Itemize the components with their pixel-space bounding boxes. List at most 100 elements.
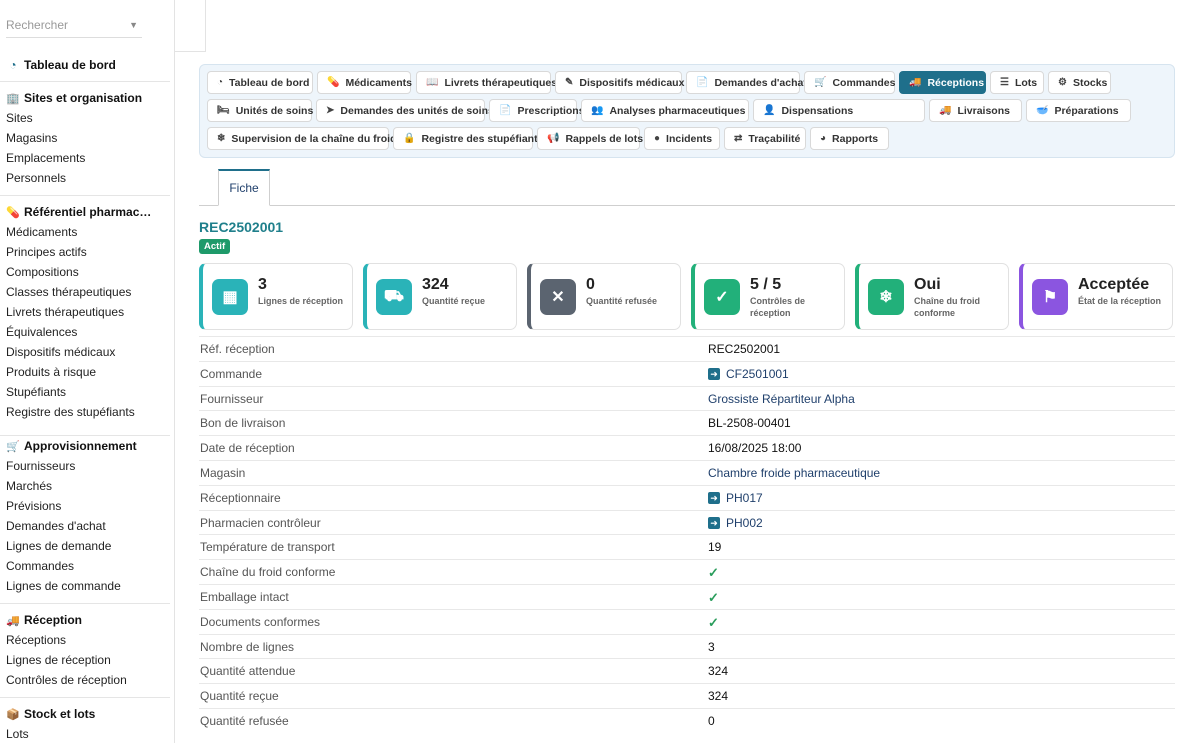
sidebar-item[interactable]: Marchés bbox=[0, 476, 174, 496]
nav-button[interactable]: ✎ Dispositifs médicaux bbox=[555, 71, 684, 94]
nav-button[interactable]: 📄 Prescriptions bbox=[489, 99, 585, 122]
sidebar-item[interactable]: Commandes bbox=[0, 556, 174, 576]
sidebar-section-title[interactable]: 🏢 Sites et organisation bbox=[0, 88, 174, 108]
check-icon: ✓ bbox=[708, 589, 719, 605]
sidebar-item[interactable]: Compositions bbox=[0, 262, 174, 282]
sidebar-item[interactable]: Stupéfiants bbox=[0, 382, 174, 402]
nav-button[interactable]: 📄 Demandes d'achat bbox=[686, 71, 807, 94]
nav-button[interactable]: ⇄ Traçabilité bbox=[724, 127, 806, 150]
detail-row: Emballage intact ✓ bbox=[199, 583, 1175, 609]
nav-button[interactable]: 🚚 Livraisons bbox=[929, 99, 1022, 122]
nav-button[interactable]: 🛒 Commandes bbox=[804, 71, 895, 94]
detail-row: Quantité refusée 0 bbox=[199, 707, 1175, 733]
detail-link[interactable]: Grossiste Répartiteur Alpha bbox=[708, 392, 855, 406]
nav-button[interactable]: ◔ Tableau de bord bbox=[207, 71, 313, 94]
kpi-label: Quantité reçue bbox=[422, 296, 486, 306]
chevron-down-icon[interactable]: ▼ bbox=[129, 20, 138, 30]
detail-text: 324 bbox=[708, 689, 729, 704]
sidebar-section: 📦 Stock et lots Lots bbox=[0, 704, 174, 743]
sidebar-section-title[interactable]: 🛒 Approvisionnement bbox=[0, 436, 174, 456]
nav-button[interactable]: 🚚 Réceptions bbox=[899, 71, 986, 94]
boxes-icon: 📦 bbox=[6, 708, 20, 721]
detail-label: Chaîne du froid conforme bbox=[200, 565, 336, 580]
nav-button[interactable]: ● Incidents bbox=[644, 127, 720, 150]
nav-button-label: Rappels de lots bbox=[565, 132, 644, 145]
sidebar-item[interactable]: Lignes de demande bbox=[0, 536, 174, 556]
detail-link[interactable]: PH002 bbox=[726, 516, 763, 530]
sidebar-section-title[interactable]: 💊 Référentiel pharmac… bbox=[0, 202, 174, 222]
sidebar-item[interactable]: Prévisions bbox=[0, 496, 174, 516]
nav-button[interactable]: 🔒 Registre des stupéfiants bbox=[393, 127, 543, 150]
detail-value[interactable]: ➜ PH002 bbox=[708, 516, 763, 530]
nav-button[interactable]: ❄ Supervision de la chaîne du froid bbox=[207, 127, 397, 150]
nav-button[interactable]: 📖 Livrets thérapeutiques bbox=[416, 71, 557, 94]
sidebar-dashboard-link[interactable]: ◔ Tableau de bord bbox=[0, 55, 174, 75]
nav-button[interactable]: ⚙ Stocks bbox=[1048, 71, 1111, 94]
nav-button[interactable]: 💊 Médicaments bbox=[317, 71, 412, 94]
tab-label: Fiche bbox=[229, 181, 259, 195]
link-arrow-icon[interactable]: ➜ bbox=[708, 516, 720, 529]
sidebar-item[interactable]: Registre des stupéfiants bbox=[0, 402, 174, 422]
nav-button-label: Réceptions bbox=[927, 76, 985, 89]
sidebar-item[interactable]: Produits à risque bbox=[0, 362, 174, 382]
sidebar-dashboard[interactable]: ◔ Tableau de bord bbox=[0, 55, 174, 75]
kpi-card: ✓ 5 / 5 Contrôles de réception bbox=[691, 263, 845, 330]
sidebar-item[interactable]: Personnels bbox=[0, 168, 174, 188]
sidebar-item[interactable]: Lignes de commande bbox=[0, 576, 174, 596]
kpi-label: État de la réception bbox=[1078, 296, 1162, 306]
bed-icon: 🛏 bbox=[217, 105, 230, 116]
nav-button[interactable]: 📢 Rappels de lots bbox=[537, 127, 644, 150]
sidebar-item[interactable]: Réceptions bbox=[0, 630, 174, 650]
sidebar-item[interactable]: Équivalences bbox=[0, 322, 174, 342]
nav-button[interactable]: ☰ Lots bbox=[990, 71, 1044, 94]
sidebar-item[interactable]: Contrôles de réception bbox=[0, 670, 174, 690]
detail-value[interactable]: Grossiste Répartiteur Alpha bbox=[708, 392, 855, 406]
sidebar-item[interactable]: Principes actifs bbox=[0, 242, 174, 262]
nav-button-label: Analyses pharmaceutiques bbox=[609, 104, 746, 117]
sidebar-item[interactable]: Dispositifs médicaux bbox=[0, 342, 174, 362]
link-arrow-icon[interactable]: ➜ bbox=[708, 367, 720, 380]
detail-link[interactable]: CF2501001 bbox=[726, 367, 789, 381]
sidebar-item[interactable]: Médicaments bbox=[0, 222, 174, 242]
detail-value[interactable]: ➜ CF2501001 bbox=[708, 367, 789, 381]
kpi-card: ⚑ Acceptée État de la réception bbox=[1019, 263, 1173, 330]
nav-button[interactable]: ➤ Demandes des unités de soins bbox=[316, 99, 494, 122]
link-arrow-icon[interactable]: ➜ bbox=[708, 491, 720, 504]
nav-button-label: Demandes d'achat bbox=[714, 76, 807, 89]
sidebar-item[interactable]: Classes thérapeutiques bbox=[0, 282, 174, 302]
sidebar-item[interactable]: Demandes d'achat bbox=[0, 516, 174, 536]
tab-fiche[interactable]: Fiche bbox=[218, 169, 270, 206]
nav-button[interactable]: ◕ Rapports bbox=[810, 127, 889, 150]
sidebar-section-label: Stock et lots bbox=[24, 707, 96, 721]
sidebar-item[interactable]: Lots bbox=[0, 724, 174, 743]
cubes-icon: ⚙ bbox=[1058, 77, 1067, 88]
detail-link[interactable]: PH017 bbox=[726, 491, 763, 505]
detail-label: Date de réception bbox=[200, 441, 295, 456]
nav-button[interactable]: 🛏 Unités de soins bbox=[207, 99, 313, 122]
sidebar-item[interactable]: Livrets thérapeutiques bbox=[0, 302, 174, 322]
sidebar-item[interactable]: Fournisseurs bbox=[0, 456, 174, 476]
nav-button[interactable]: 👤 Dispensations bbox=[753, 99, 925, 122]
gauge-icon: ◔ bbox=[217, 77, 224, 88]
kpi-card: ▦ 3 Lignes de réception bbox=[199, 263, 353, 330]
nav-button[interactable]: 🥣 Préparations bbox=[1026, 99, 1131, 122]
header-box bbox=[175, 0, 206, 52]
kpi-label: Contrôles de réception bbox=[750, 296, 806, 318]
layers-icon: ☰ bbox=[1000, 77, 1009, 88]
detail-text: 19 bbox=[708, 540, 722, 555]
detail-value[interactable]: Chambre froide pharmaceutique bbox=[708, 466, 880, 480]
sidebar-item[interactable]: Magasins bbox=[0, 128, 174, 148]
detail-row: Température de transport 19 bbox=[199, 534, 1175, 559]
detail-value[interactable]: ➜ PH017 bbox=[708, 491, 763, 505]
sidebar-section-title[interactable]: 📦 Stock et lots bbox=[0, 704, 174, 724]
search-select[interactable]: Rechercher ▼ bbox=[6, 18, 142, 38]
detail-label: Commande bbox=[200, 366, 263, 381]
sidebar-item[interactable]: Emplacements bbox=[0, 148, 174, 168]
sidebar-divider bbox=[0, 81, 170, 82]
detail-link[interactable]: Chambre froide pharmaceutique bbox=[708, 466, 880, 480]
nav-button[interactable]: 👥 Analyses pharmaceutiques bbox=[581, 99, 749, 122]
sidebar-item[interactable]: Lignes de réception bbox=[0, 650, 174, 670]
sidebar-item[interactable]: Sites bbox=[0, 108, 174, 128]
detail-table: Réf. réception REC2502001 Commande ➜ CF25010… bbox=[199, 336, 1175, 733]
sidebar-section-title[interactable]: 🚚 Réception bbox=[0, 610, 174, 630]
